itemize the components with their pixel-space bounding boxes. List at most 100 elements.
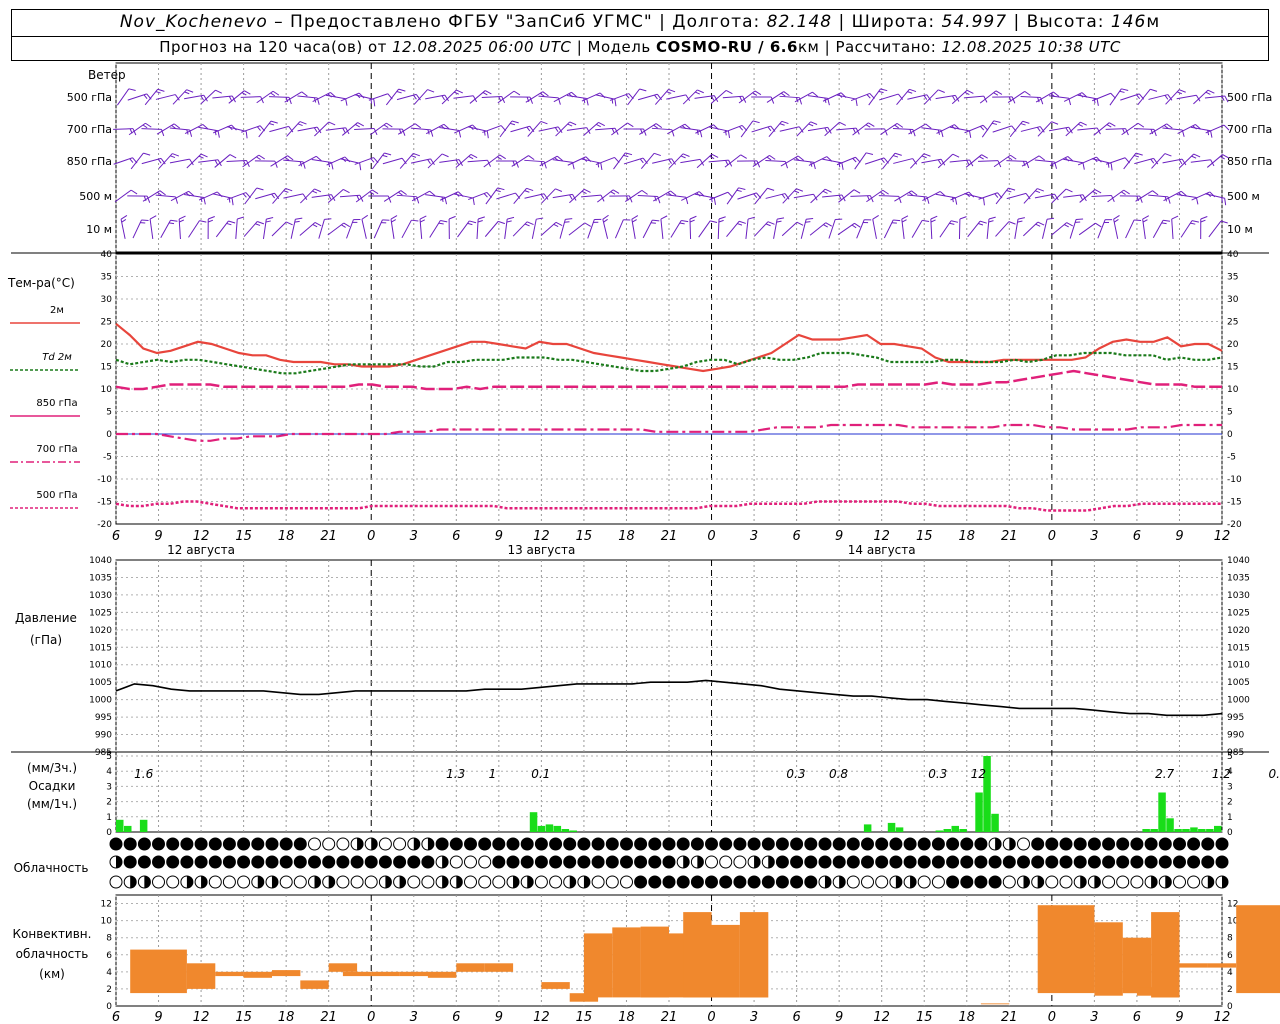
wind-barb	[401, 219, 412, 239]
temp-tick-left: 15	[101, 363, 112, 373]
wind-barb	[527, 121, 542, 137]
cloud-cover-symbol	[1002, 855, 1016, 869]
temp-tick-left: 10	[101, 385, 113, 395]
cloud-cover-symbol	[648, 875, 662, 889]
wind-barb-feather	[852, 158, 857, 163]
wind-barb	[184, 124, 204, 134]
precip-amount-label: 0.5	[1269, 767, 1280, 781]
wind-barb-feather	[411, 155, 417, 158]
wind-barb-feather	[1119, 90, 1125, 93]
cloud-cover-symbol	[449, 837, 463, 851]
wind-barb	[298, 155, 317, 167]
cloud-cover-symbol	[818, 837, 832, 851]
wind-level-label-right: 700 гПа	[1227, 123, 1272, 136]
cloud-cover-symbol	[393, 837, 407, 851]
cloud-cover-symbol	[875, 855, 889, 869]
cloud-cover-symbol	[1158, 837, 1172, 851]
legend-t700-label: 700 гПа	[36, 444, 77, 455]
wind-level-label-right: 10 м	[1227, 223, 1253, 236]
wind-barb-feather	[776, 220, 782, 223]
wind-barb-feather	[653, 124, 658, 129]
wind-barb	[198, 191, 218, 201]
wind-barb-feather	[324, 218, 332, 220]
conv-cloud-bar	[1207, 963, 1237, 968]
time-tick-label: 9	[1175, 529, 1183, 544]
temp-tick-right: 25	[1227, 318, 1238, 328]
wind-barb-feather	[369, 191, 375, 195]
wind-barb-feather	[284, 156, 290, 161]
cloud-cover-symbol	[152, 875, 165, 889]
wind-barb-feather	[969, 130, 972, 138]
wind-barb-feather	[1022, 120, 1030, 124]
conv-cloud-bar	[484, 963, 514, 972]
cloud-cover-symbol	[123, 855, 137, 869]
wind-barb-feather	[653, 152, 661, 157]
wind-barb-feather	[1150, 158, 1155, 164]
wind-barb	[340, 158, 360, 164]
wind-barb-feather	[499, 154, 506, 160]
wind-barb-feather	[641, 189, 648, 195]
pressure-tick-right: 1000	[1227, 696, 1250, 706]
pressure-tick-right: 1005	[1227, 678, 1250, 688]
cloud-cover-symbol	[832, 855, 846, 869]
wind-barb-feather	[536, 217, 544, 220]
wind-barb-feather	[398, 88, 406, 92]
cloud-cover-symbol	[293, 855, 307, 869]
cloud-cover-symbol	[393, 855, 407, 869]
wind-barb-feather	[1121, 88, 1129, 91]
wind-barb	[155, 94, 176, 100]
precip-bar	[991, 813, 999, 832]
wind-barb	[1176, 94, 1197, 100]
wind-barb	[566, 94, 587, 100]
cloud-cover-symbol	[903, 837, 917, 851]
wind-barb-feather	[217, 130, 220, 138]
wind-barb	[614, 219, 624, 239]
wind-barb-feather	[495, 189, 501, 193]
wind-barb-feather	[1095, 222, 1102, 228]
cloud-cover-symbol	[676, 875, 690, 889]
precip-amount-label: 1	[489, 767, 497, 781]
cloud-cover-symbol	[889, 855, 903, 869]
wind-barb-feather	[555, 221, 563, 226]
cloud-cover-symbol	[492, 855, 506, 869]
wind-barb-feather	[178, 215, 186, 220]
wind-barb	[552, 193, 573, 199]
wind-barb-feather	[507, 216, 515, 220]
precip-bar	[1142, 829, 1150, 832]
cloud-cover-symbol-half	[399, 876, 406, 888]
wind-barb-feather	[868, 122, 875, 127]
wind-barb-feather	[569, 121, 577, 126]
cloud-cover-symbol	[605, 875, 619, 889]
time-tick-label: 12	[193, 1010, 210, 1024]
wind-barb-feather	[441, 95, 446, 101]
wind-barb-feather	[283, 190, 289, 193]
wind-barb	[1208, 220, 1222, 238]
wind-barb-feather	[526, 187, 534, 192]
wind-barb-feather	[1113, 219, 1119, 223]
wind-barb-feather	[951, 197, 954, 203]
wind-barb-feather	[371, 189, 379, 195]
wind-barb	[373, 219, 383, 239]
wind-barb-feather	[170, 219, 178, 222]
conv-cloud-bar	[243, 971, 272, 978]
wind-barb-feather	[554, 127, 559, 132]
cloud-cover-symbol-half	[1207, 876, 1214, 888]
precip-tick-left: 2	[106, 798, 112, 808]
wind-level-label-left: 500 гПа	[67, 91, 112, 104]
wind-barb-feather	[1210, 130, 1213, 138]
cloud-cover-symbol	[1187, 855, 1201, 869]
wind-barb-feather	[993, 120, 1001, 123]
wind-barb-feather	[477, 216, 485, 220]
cloud-cover-symbol	[1073, 837, 1087, 851]
wind-level-label-right: 500 м	[1227, 190, 1260, 203]
cloud-cover-symbol	[208, 875, 222, 889]
wind-level-label-right: 850 гПа	[1227, 155, 1272, 168]
time-tick-label: 15	[916, 529, 933, 544]
time-tick-label: 6	[792, 1010, 800, 1024]
wind-barb-feather	[256, 156, 261, 161]
wind-barb-feather	[1006, 190, 1012, 193]
wind-barb-feather	[810, 121, 818, 125]
wind-barb-feather	[511, 120, 519, 124]
wind-barb-feather	[420, 219, 425, 223]
wind-barb-feather	[781, 194, 786, 199]
